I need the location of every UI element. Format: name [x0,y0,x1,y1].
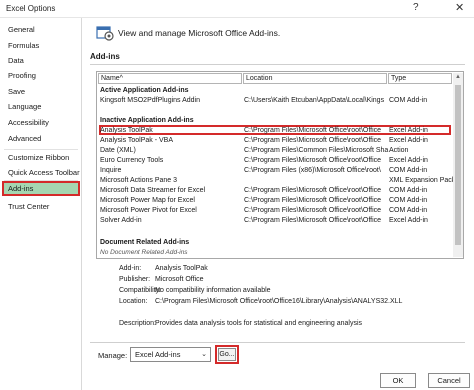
cell-type: XML Expansion Pack [389,177,456,184]
manage-label: Manage: [98,351,128,360]
table-row[interactable]: Microsoft Actions Pane 3 XML Expansion P… [99,176,455,186]
detail-value-compatibility: No compatibility information available [155,287,271,294]
detail-label-addin: Add-in: [119,265,142,272]
cell-name: Kingsoft MSO2PdfPlugins Addin [100,97,201,104]
cell-name: Analysis ToolPak - VBA [100,137,174,144]
group-heading-document: Document Related Add-ins [100,239,190,246]
table-row[interactable]: Inquire C:\Program Files (x86)\Microsoft… [99,166,451,176]
cell-name: Microsoft Data Streamer for Excel [100,187,206,194]
ok-button[interactable]: OK [380,373,416,388]
cell-name: Date (XML) [100,147,136,154]
sidebar-item-language[interactable]: Language [2,99,80,114]
cell-location: C:\Program Files\Microsoft Office\root\O… [244,137,382,144]
cell-location: C:\Program Files\Microsoft Office\root\O… [244,197,382,204]
cell-name: Microsoft Actions Pane 3 [100,177,178,184]
sidebar-item-add-ins[interactable]: Add-ins [2,181,80,196]
scroll-up-icon[interactable]: ▲ [455,74,461,80]
sidebar-item-data[interactable]: Data [2,53,80,68]
cell-type: COM Add-in [389,207,428,214]
table-row[interactable]: Microsoft Power Map for Excel C:\Program… [99,196,451,206]
table-row-selected[interactable]: Analysis ToolPak C:\Program Files\Micros… [99,125,451,135]
cancel-button[interactable]: Cancel [428,373,470,388]
table-row[interactable]: Kingsoft MSO2PdfPlugins Addin C:\Users\K… [99,96,451,106]
table-row[interactable]: Analysis ToolPak - VBA C:\Program Files\… [99,136,451,146]
cell-name: Microsoft Power Map for Excel [100,197,195,204]
cell-type: Action [389,147,409,154]
cell-location: C:\Program Files\Microsoft Office\root\O… [244,217,382,224]
sidebar-item-customize-ribbon[interactable]: Customize Ribbon [2,150,80,165]
detail-label-description: Description: [119,320,156,327]
sidebar-item-save[interactable]: Save [2,84,80,99]
cell-name: Microsoft Power Pivot for Excel [100,207,197,214]
window-title: Excel Options [6,4,56,13]
sidebar: General Formulas Data Proofing Save Lang… [0,18,82,390]
help-icon[interactable]: ? [413,2,419,13]
cell-type: COM Add-in [389,187,428,194]
detail-label-location: Location: [119,298,148,305]
table-row[interactable]: Solver Add-in C:\Program Files\Microsoft… [99,216,451,226]
close-icon[interactable]: ✕ [455,1,464,14]
cell-type: COM Add-in [389,197,428,204]
add-ins-section-title: Add-ins [90,52,120,61]
cell-name: Inquire [100,167,122,174]
table-row[interactable]: Microsoft Power Pivot for Excel C:\Progr… [99,206,451,216]
cell-type: COM Add-in [389,97,428,104]
empty-group-message: No Document Related Add-ins [100,249,188,256]
cell-location: C:\Program Files\Common Files\Microsoft … [244,147,389,154]
add-ins-gear-icon [96,26,114,41]
add-ins-table[interactable]: Name^ Location Type Active Application A… [96,71,464,259]
cell-location: C:\Program Files (x86)\Microsoft Office\… [244,167,381,174]
cell-type: Excel Add-in [389,137,428,144]
section-divider [90,64,465,65]
column-header-location[interactable]: Location [243,73,387,84]
cell-location: C:\Users\Kaith Etcuban\AppData\Local\Kin… [244,97,385,104]
chevron-down-icon: ⌄ [201,351,207,358]
page-heading: View and manage Microsoft Office Add-ins… [118,28,281,38]
cell-location: C:\Program Files\Microsoft Office\root\O… [244,127,382,134]
scrollbar-thumb[interactable] [455,85,461,245]
detail-value-publisher: Microsoft Office [155,276,204,283]
cell-name: Analysis ToolPak [100,127,153,134]
cell-type: Excel Add-in [389,157,428,164]
detail-value-addin: Analysis ToolPak [155,265,208,272]
manage-select[interactable]: Excel Add-ins ⌄ [130,347,211,362]
cell-type: COM Add-in [389,167,428,174]
section-divider [90,342,465,343]
column-header-type[interactable]: Type [388,73,452,84]
group-heading-active: Active Application Add-ins [100,87,189,94]
sidebar-item-trust-center[interactable]: Trust Center [2,199,80,214]
cell-location: C:\Program Files\Microsoft Office\root\O… [244,207,382,214]
go-button[interactable]: Go... [218,348,236,361]
detail-value-description: Provides data analysis tools for statist… [155,320,363,327]
sidebar-item-general[interactable]: General [2,22,80,37]
title-bar: Excel Options ? ✕ [0,0,474,18]
cell-name: Euro Currency Tools [100,157,164,164]
table-row[interactable]: Date (XML) C:\Program Files\Common Files… [99,146,451,156]
table-row[interactable]: Euro Currency Tools C:\Program Files\Mic… [99,156,451,166]
table-row[interactable]: Microsoft Data Streamer for Excel C:\Pro… [99,186,451,196]
cell-location: C:\Program Files\Microsoft Office\root\O… [244,187,382,194]
sidebar-item-quick-access-toolbar[interactable]: Quick Access Toolbar [2,165,80,180]
cell-type: Excel Add-in [389,127,428,134]
detail-value-location: C:\Program Files\Microsoft Office\root\O… [155,298,403,305]
sidebar-item-proofing[interactable]: Proofing [2,68,80,83]
cell-location: C:\Program Files\Microsoft Office\root\O… [244,157,382,164]
vertical-scrollbar[interactable]: ▲ [453,73,463,257]
sidebar-item-accessibility[interactable]: Accessibility [2,115,80,130]
go-button-highlight: Go... [215,345,239,364]
sidebar-item-advanced[interactable]: Advanced [2,131,80,146]
cell-type: Excel Add-in [389,217,428,224]
column-header-name[interactable]: Name^ [98,73,242,84]
sidebar-item-formulas[interactable]: Formulas [2,38,80,53]
cell-name: Solver Add-in [100,217,142,224]
manage-select-value: Excel Add-ins [135,350,181,359]
detail-label-publisher: Publisher: [119,276,151,283]
